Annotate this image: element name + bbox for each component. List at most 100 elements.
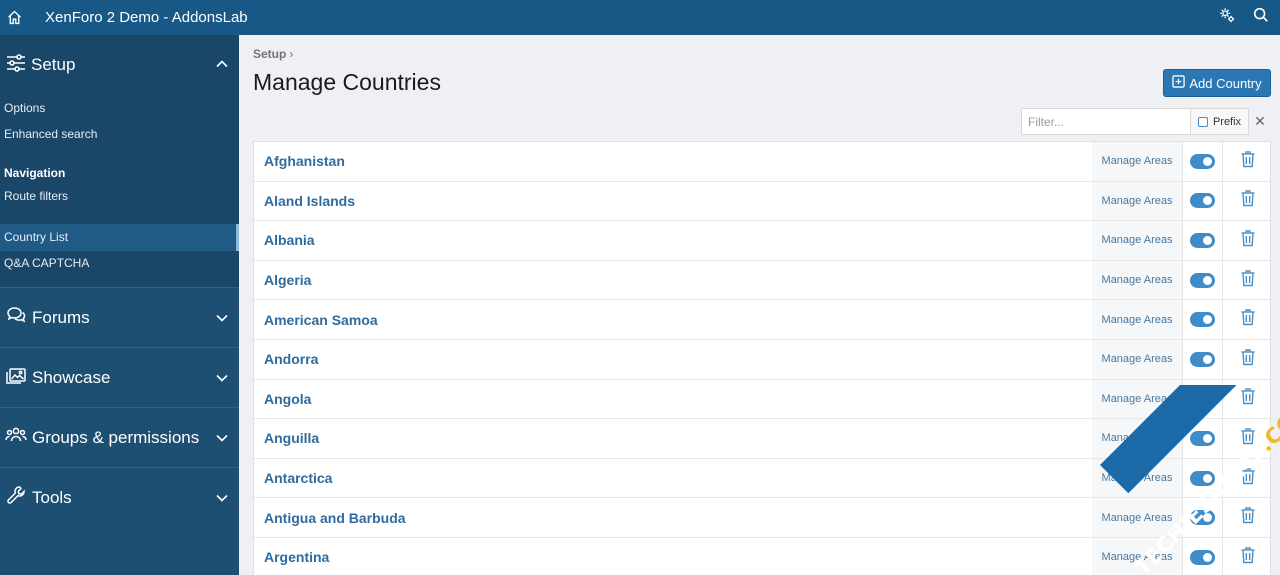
sidebar-section-showcase[interactable]: Showcase [0,347,239,407]
delete-cell [1222,379,1270,419]
wrench-icon [5,484,27,511]
trash-icon[interactable] [1240,308,1256,331]
admin-settings-icon[interactable] [1218,6,1236,29]
manage-areas-link[interactable]: Manage Areas [1092,142,1182,181]
toggle-cell [1182,221,1222,260]
trash-icon[interactable] [1240,467,1256,490]
table-row: Antigua and Barbuda Manage Areas [254,498,1270,538]
trash-icon[interactable] [1240,387,1256,410]
sidebar-section-setup: Setup Options Enhanced search Navigation… [0,35,239,287]
trash-icon[interactable] [1240,269,1256,292]
search-icon[interactable] [1252,6,1270,29]
checkbox-icon [1197,116,1208,127]
toggle-switch[interactable] [1190,193,1215,209]
table-row: Antarctica Manage Areas [254,458,1270,499]
table-row: Albania Manage Areas [254,221,1270,261]
trash-icon[interactable] [1240,229,1256,252]
sidebar-header-setup[interactable]: Setup [0,35,239,95]
top-bar: XenForo 2 Demo - AddonsLab [0,0,1280,35]
toggle-switch[interactable] [1190,351,1215,367]
home-icon[interactable] [0,0,28,35]
table-row: Afghanistan Manage Areas [254,142,1270,182]
breadcrumb-separator: › [289,47,294,61]
table-row: Aland Islands Manage Areas [254,181,1270,222]
toggle-cell [1182,260,1222,300]
toggle-switch[interactable] [1190,391,1215,407]
sidebar-label-setup: Setup [31,55,76,74]
delete-cell [1222,419,1270,458]
manage-areas-link[interactable]: Manage Areas [1092,419,1182,458]
prefix-label: Prefix [1212,115,1242,128]
toggle-cell [1182,458,1222,498]
delete-cell [1222,221,1270,260]
manage-areas-link[interactable]: Manage Areas [1092,498,1182,537]
trash-icon[interactable] [1240,189,1256,212]
sidebar-item-options[interactable]: Options [0,101,45,115]
toggle-cell [1182,379,1222,419]
toggle-cell [1182,419,1222,458]
trash-icon[interactable] [1240,348,1256,371]
toggle-cell [1182,537,1222,575]
toggle-switch[interactable] [1190,510,1215,526]
manage-areas-link[interactable]: Manage Areas [1092,181,1182,221]
sidebar-section-groups-permissions[interactable]: Groups & permissions [0,407,239,467]
manage-areas-link[interactable]: Manage Areas [1092,339,1182,379]
admin-sidebar: Setup Options Enhanced search Navigation… [0,35,239,575]
toggle-switch[interactable] [1190,312,1215,328]
filter-input[interactable]: Filter... [1021,108,1191,135]
chevron-down-icon[interactable] [215,491,229,510]
plus-square-icon [1172,75,1186,91]
sidebar-label-tools: Tools [32,487,72,507]
site-title[interactable]: XenForo 2 Demo - AddonsLab [45,9,248,26]
delete-cell [1222,458,1270,498]
chevron-up-icon[interactable] [215,57,229,76]
toggle-switch[interactable] [1190,232,1215,248]
delete-cell [1222,498,1270,537]
sidebar-label-groups-permissions: Groups & permissions [32,427,200,447]
sliders-icon [5,52,27,79]
add-country-button[interactable]: Add Country [1163,69,1271,97]
trash-icon[interactable] [1240,427,1256,450]
table-row: Anguilla Manage Areas [254,419,1270,459]
users-icon [5,424,27,451]
breadcrumb: Setup › [253,47,293,61]
toggle-switch[interactable] [1190,272,1215,288]
manage-areas-link[interactable]: Manage Areas [1092,458,1182,498]
manage-areas-link[interactable]: Manage Areas [1092,379,1182,419]
sidebar-item-country-list[interactable]: Country List [0,230,68,244]
toggle-switch[interactable] [1190,549,1215,565]
manage-areas-link[interactable]: Manage Areas [1092,300,1182,339]
toggle-cell [1182,142,1222,181]
manage-areas-link[interactable]: Manage Areas [1092,260,1182,300]
country-list: Afghanistan Manage Areas Aland Islands Mana… [253,141,1271,575]
manage-areas-link[interactable]: Manage Areas [1092,221,1182,260]
delete-cell [1222,260,1270,300]
toggle-switch[interactable] [1190,153,1215,169]
trash-icon[interactable] [1240,150,1256,173]
add-country-label: Add Country [1189,75,1262,91]
chevron-down-icon[interactable] [215,311,229,330]
trash-icon[interactable] [1240,546,1256,569]
toggle-switch[interactable] [1190,470,1215,486]
toggle-cell [1182,300,1222,339]
sidebar-item-route-filters[interactable]: Route filters [0,189,68,203]
prefix-checkbox[interactable]: Prefix [1191,108,1249,135]
trash-icon[interactable] [1240,506,1256,529]
page-title: Manage Countries [253,69,441,95]
sidebar-group-navigation: Navigation [4,166,66,180]
sidebar-item-enhanced-search[interactable]: Enhanced search [0,127,97,141]
chevron-down-icon[interactable] [215,371,229,390]
toggle-switch[interactable] [1190,430,1215,446]
breadcrumb-setup[interactable]: Setup [253,47,286,61]
sidebar-section-tools[interactable]: Tools [0,467,239,527]
chevron-down-icon[interactable] [215,431,229,450]
table-row: Algeria Manage Areas [254,260,1270,301]
table-row: American Samoa Manage Areas [254,300,1270,340]
sidebar-section-forums[interactable]: Forums [0,287,239,347]
toggle-cell [1182,498,1222,537]
sidebar-item-qa-captcha[interactable]: Q&A CAPTCHA [0,256,89,270]
manage-areas-link[interactable]: Manage Areas [1092,537,1182,575]
table-row: Andorra Manage Areas [254,339,1270,380]
close-icon[interactable]: ✕ [1249,108,1271,135]
chat-icon [5,304,27,331]
